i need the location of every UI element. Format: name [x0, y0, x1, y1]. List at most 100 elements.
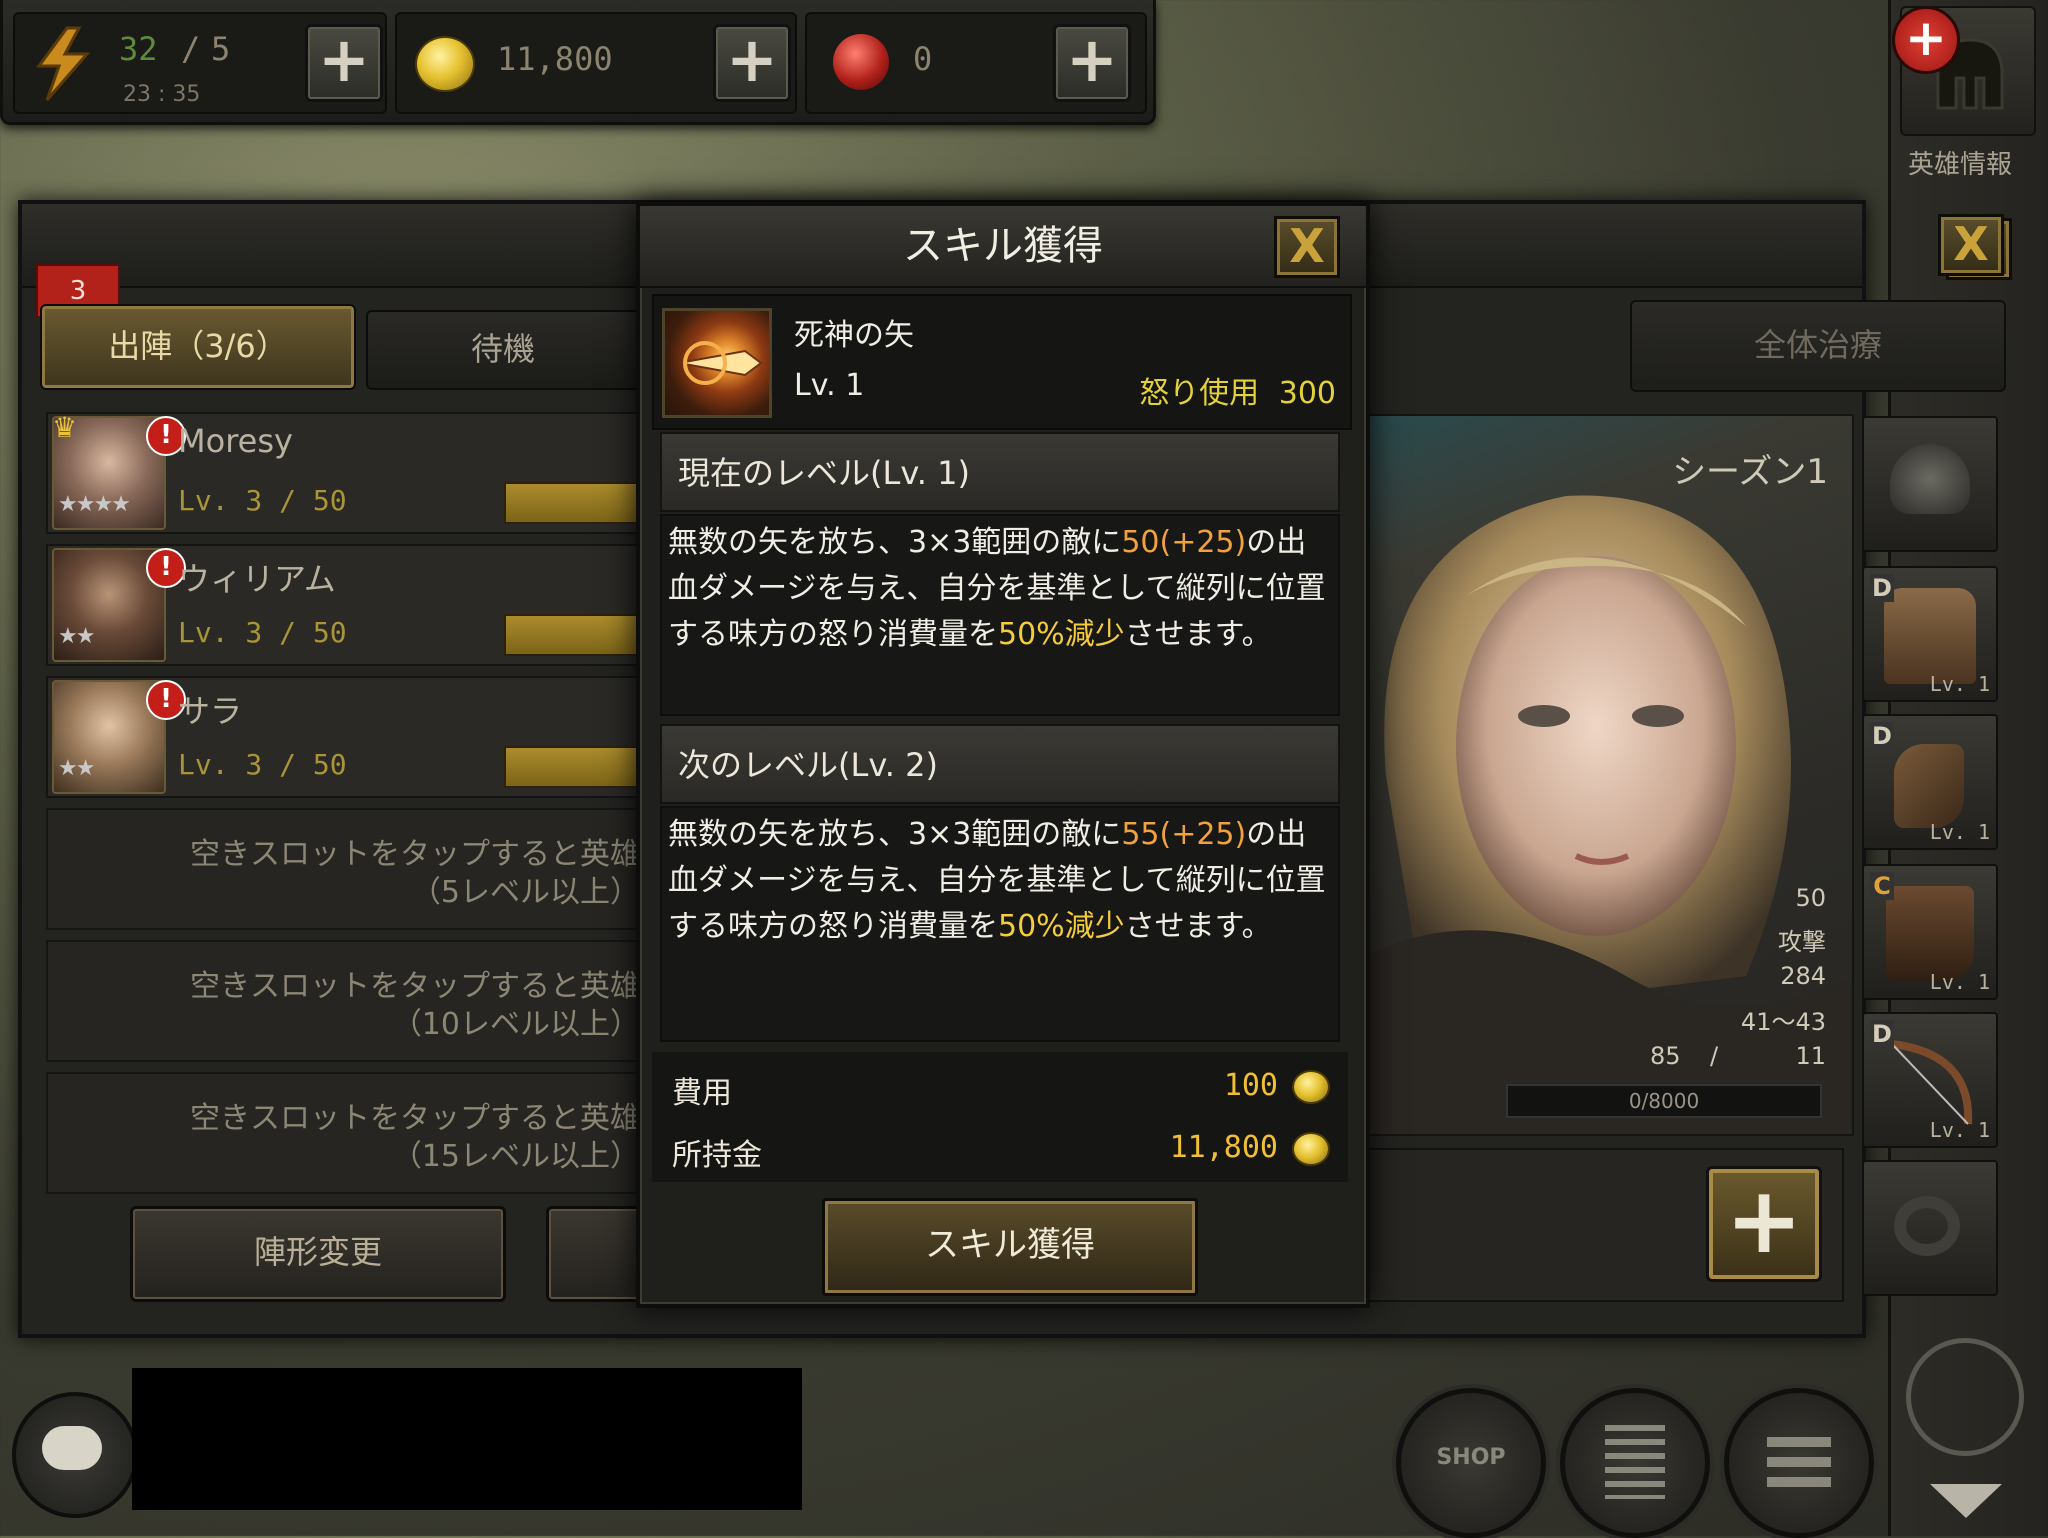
- hero-stat-damage: 41～43: [1740, 1008, 1826, 1036]
- hero-stat-b: 11: [1795, 1042, 1826, 1070]
- globe-icon[interactable]: [1906, 1338, 2024, 1456]
- chat-button[interactable]: [12, 1392, 138, 1518]
- ruby-gem-icon: [833, 34, 889, 90]
- season-label: シーズン1: [1672, 452, 1828, 492]
- current-level-header: 現在のレベル(Lv. 1): [660, 432, 1340, 512]
- hero-info-alert-badge: +: [1892, 6, 1960, 74]
- skill-info-panel: 死神の矢 Lv. 1 怒り使用 300: [652, 294, 1352, 430]
- add-skill-button[interactable]: +: [1706, 1166, 1822, 1282]
- equip-slot-head[interactable]: [1862, 416, 1998, 552]
- tab-deploy[interactable]: 出陣（3/6）: [40, 304, 356, 390]
- gem-panel: 0 +: [805, 12, 1147, 114]
- desc-text: 無数の矢を放ち、3×3範囲の敵に: [668, 817, 1122, 852]
- empty-slot-requirement: （10レベル以上）: [391, 1007, 640, 1042]
- rage-cost-value: 300: [1278, 376, 1336, 411]
- acquire-skill-button[interactable]: スキル獲得: [822, 1198, 1198, 1296]
- hero-name: サラ: [178, 692, 243, 730]
- equip-slot-weapon[interactable]: D Lv. 1: [1862, 1012, 1998, 1148]
- hero-name: Moresy: [178, 422, 293, 460]
- equip-level: Lv. 1: [1929, 672, 1990, 696]
- current-level-description: 無数の矢を放ち、3×3範囲の敵に50(+25)の出血ダメージを与え、自分を基準と…: [660, 514, 1340, 716]
- equip-slot-gloves[interactable]: D Lv. 1: [1862, 714, 1998, 850]
- add-energy-button[interactable]: +: [305, 24, 383, 102]
- hero-stars: ★★★★: [58, 492, 131, 517]
- main-menu-button[interactable]: [1724, 1388, 1874, 1538]
- add-gem-button[interactable]: +: [1053, 24, 1131, 102]
- gold-panel: 11,800 +: [395, 12, 797, 114]
- gold-value: 11,800: [497, 40, 613, 78]
- equip-grade: D: [1870, 1020, 1894, 1048]
- lightning-icon: [33, 26, 93, 102]
- quest-list-button[interactable]: [1560, 1388, 1710, 1538]
- gold-coin-icon: [1292, 1132, 1330, 1166]
- hero-stat-level: 50: [1795, 884, 1826, 912]
- empty-slot-requirement: （15レベル以上）: [391, 1139, 640, 1174]
- skill-name: 死神の矢: [794, 318, 914, 353]
- energy-separator: /: [181, 30, 201, 68]
- add-gold-button[interactable]: +: [713, 24, 791, 102]
- desc-reduction: 50%減少: [998, 617, 1125, 652]
- hero-row-william[interactable]: ★★ ! ウィリアム Lv. 3 / 50: [46, 544, 640, 666]
- next-level-description: 無数の矢を放ち、3×3範囲の敵に55(+25)の出血ダメージを与え、自分を基準と…: [660, 806, 1340, 1042]
- cost-label: 費用: [672, 1076, 732, 1111]
- tab-standby[interactable]: 待機: [366, 310, 640, 390]
- gem-value: 0: [913, 40, 933, 78]
- next-level-header: 次のレベル(Lv. 2): [660, 724, 1340, 804]
- empty-slot-requirement: （5レベル以上）: [410, 875, 640, 910]
- equip-slot-boots[interactable]: C Lv. 1: [1862, 864, 1998, 1000]
- collapse-arrow-icon[interactable]: [1930, 1484, 2002, 1518]
- hero-level: Lv. 3 / 50: [178, 616, 347, 649]
- equip-level: Lv. 1: [1929, 1118, 1990, 1142]
- dialog-title: スキル獲得: [903, 223, 1103, 269]
- heal-all-button[interactable]: 全体治療: [1630, 300, 2006, 392]
- chat-message-area: [132, 1368, 802, 1510]
- secondary-action-button[interactable]: [546, 1206, 642, 1302]
- hero-detail-card: シーズン1 50 攻撃 284 41～43 85 / 11 0/8000: [1364, 414, 1854, 1136]
- equip-slot-armor[interactable]: D Lv. 1: [1862, 566, 1998, 702]
- equip-grade: C: [1870, 872, 1894, 900]
- menu-icon: [1767, 1437, 1831, 1489]
- desc-text: 無数の矢を放ち、3×3範囲の敵に: [668, 525, 1122, 560]
- equip-grade: D: [1870, 722, 1894, 750]
- hero-row-moresy[interactable]: ♛ ★★★★ ! Moresy Lv. 3 / 50: [46, 412, 640, 534]
- energy-timer: 23 : 35: [123, 82, 201, 107]
- hero-stars: ★★: [58, 624, 95, 649]
- close-dialog-button[interactable]: X: [1274, 216, 1340, 278]
- owned-gold-label: 所持金: [672, 1138, 762, 1173]
- energy-value: 32: [119, 30, 158, 68]
- cost-panel: 費用 100 所持金 11,800: [652, 1052, 1348, 1182]
- list-icon: [1605, 1425, 1665, 1499]
- hero-level: Lv. 3 / 50: [178, 484, 347, 517]
- hero-row-sara[interactable]: ★★ ! サラ Lv. 3 / 50: [46, 676, 640, 798]
- equip-slot-ring[interactable]: [1862, 1160, 1998, 1296]
- skill-acquire-dialog: スキル獲得 X 死神の矢 Lv. 1 怒り使用 300 現在のレベル(Lv. 1…: [636, 202, 1370, 1308]
- rage-cost-label: 怒り使用: [1139, 376, 1260, 411]
- empty-slot-3[interactable]: 空きスロットをタップすると英雄 （15レベル以上）: [46, 1072, 640, 1194]
- hero-level: Lv. 3 / 50: [178, 748, 347, 781]
- arrow-skill-icon: [662, 308, 772, 418]
- shop-button[interactable]: SHOP: [1396, 1388, 1546, 1538]
- empty-slot-1[interactable]: 空きスロットをタップすると英雄 （5レベル以上）: [46, 808, 640, 930]
- glove-icon: [1894, 744, 1964, 828]
- equip-grade: D: [1870, 574, 1894, 602]
- boots-icon: [1886, 886, 1974, 982]
- desc-reduction: 50%減少: [998, 909, 1125, 944]
- owned-gold-value: 11,800: [1169, 1130, 1278, 1165]
- close-main-window-button[interactable]: X: [1938, 214, 2004, 276]
- rage-cost: 怒り使用 300: [1139, 368, 1336, 412]
- desc-text: させます。: [1124, 909, 1272, 944]
- hero-stat-separator: /: [1710, 1042, 1719, 1070]
- ring-icon: [1894, 1196, 1960, 1256]
- gold-coin-icon: [1292, 1070, 1330, 1104]
- empty-slot-2[interactable]: 空きスロットをタップすると英雄 （10レベル以上）: [46, 940, 640, 1062]
- hero-exp-bar: [504, 746, 638, 788]
- shop-label: SHOP: [1436, 1445, 1506, 1470]
- hero-exp-bar: 0/8000: [1506, 1084, 1822, 1118]
- empty-slot-hint: 空きスロットをタップすると英雄: [190, 1101, 640, 1136]
- chat-bubble-icon: [42, 1426, 102, 1470]
- crown-icon: ♛: [52, 411, 78, 444]
- hero-stat-attack-label: 攻撃: [1778, 928, 1826, 956]
- energy-panel: 32 / 5 23 : 35 +: [13, 12, 387, 114]
- formation-change-button[interactable]: 陣形変更: [130, 1206, 506, 1302]
- desc-damage: 55(+25): [1121, 817, 1247, 852]
